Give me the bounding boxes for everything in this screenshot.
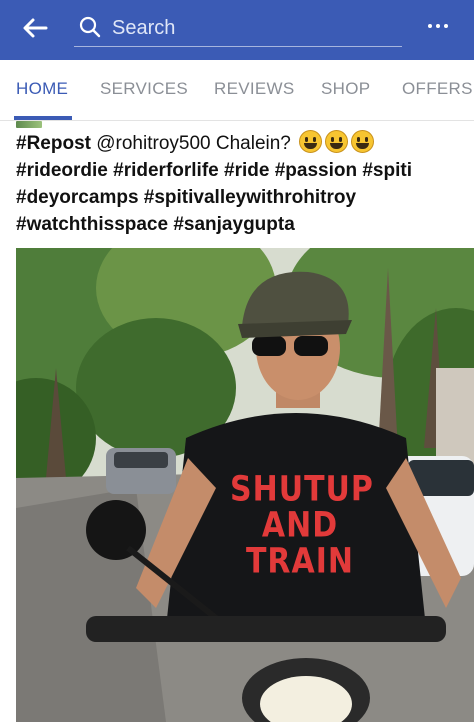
search-input[interactable]: [110, 12, 394, 44]
post-caption: #Repost @rohitroy500 Chalein? #rideordie…: [16, 130, 462, 238]
post-thumbnail[interactable]: [16, 121, 42, 128]
back-arrow-icon: [23, 18, 48, 38]
active-tab-indicator: [14, 116, 72, 120]
more-options-button[interactable]: [418, 14, 458, 38]
grinning-face-emoji-icon: [299, 130, 323, 153]
caption-hashtags-line-3[interactable]: #deyorcamps #spitivalleywithrohitroy: [16, 184, 462, 211]
more-dot: [436, 24, 440, 28]
search-icon: [79, 16, 101, 38]
page-tabs: HOME SERVICES REVIEWS SHOP OFFERS: [0, 60, 474, 121]
tab-offers[interactable]: OFFERS: [402, 60, 473, 120]
more-dots-icon: [428, 24, 432, 28]
caption-hashtags-line-4[interactable]: #watchthisspace #sanjaygupta: [16, 211, 462, 238]
post-photo[interactable]: SHUTUP AND TRAIN: [16, 248, 474, 722]
repost-tag[interactable]: #Repost: [16, 133, 91, 154]
caption-mention-text: @rohitroy500 Chalein?: [96, 133, 291, 154]
search-bar[interactable]: [74, 8, 402, 47]
caption-hashtags-line-2[interactable]: #rideordie #riderforlife #ride #passion …: [16, 157, 462, 184]
shirt-print-line-1: SHUTUP: [230, 469, 374, 510]
tab-reviews[interactable]: REVIEWS: [214, 60, 295, 120]
caption-line-1: #Repost @rohitroy500 Chalein?: [16, 130, 462, 157]
back-button[interactable]: [18, 14, 52, 42]
grinning-face-emoji-icon: [325, 130, 349, 153]
tab-shop[interactable]: SHOP: [321, 60, 370, 120]
app-header: [0, 0, 474, 60]
more-dot: [444, 24, 448, 28]
shirt-print-line-3: TRAIN: [245, 541, 355, 582]
grinning-face-emoji-icon: [351, 130, 375, 153]
tab-services[interactable]: SERVICES: [100, 60, 188, 120]
shirt-print-line-2: AND: [261, 505, 339, 546]
tab-home[interactable]: HOME: [16, 60, 68, 120]
